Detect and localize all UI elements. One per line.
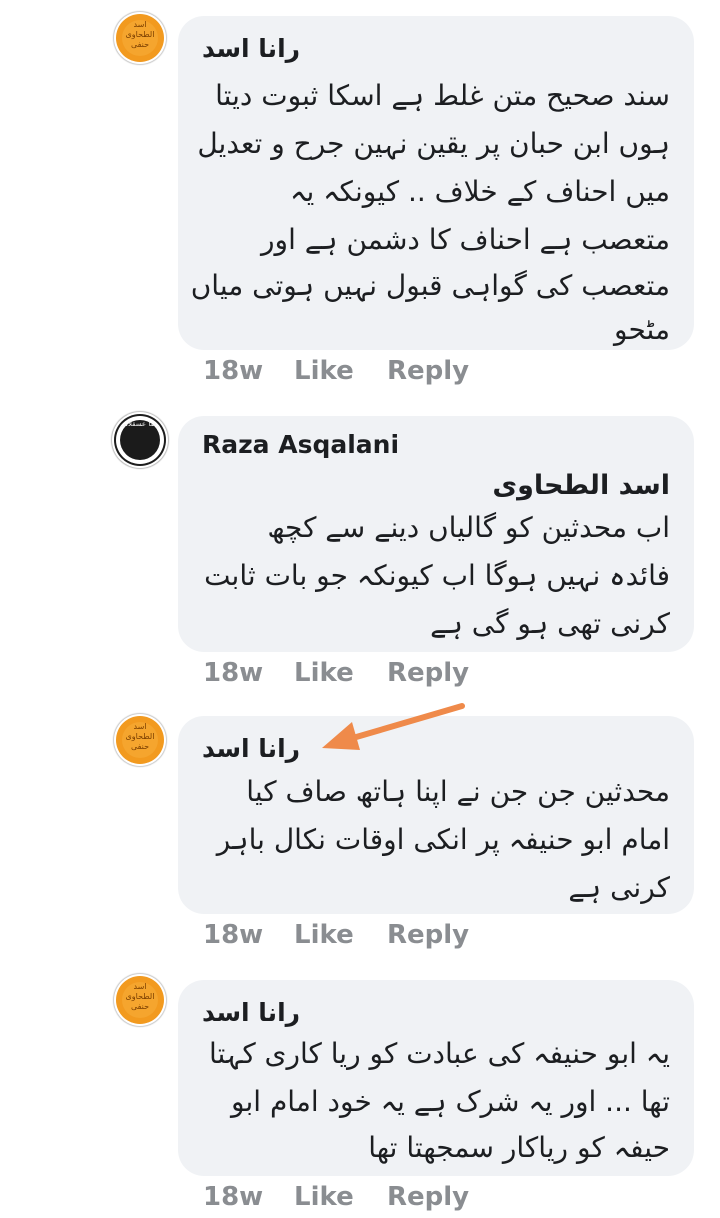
reply-button[interactable]: Reply xyxy=(387,920,469,950)
avatar-logo-text: اسد الطحاوی حنفی xyxy=(122,20,158,56)
like-button[interactable]: Like xyxy=(294,356,354,386)
comment-author[interactable]: رانا اسد xyxy=(202,34,300,63)
comment-line: تھا ... اور یہ شرک ہے یہ خود امام ابو xyxy=(231,1085,670,1118)
comment-line: اب محدثین کو گالیاں دینے سے کچھ xyxy=(267,511,670,544)
like-button[interactable]: Like xyxy=(294,658,354,688)
comment-line: کرنی ہے xyxy=(568,871,670,904)
comment-line: متعصب ہے احناف کا دشمن ہے اور xyxy=(261,223,670,256)
comment-line: میں احناف کے خلاف .. کیونکہ یہ xyxy=(290,175,670,208)
comment-bubble: Raza Asqalani اسد الطحاوی اب محدثین کو گ… xyxy=(178,416,694,652)
user-avatar[interactable]: اسد الطحاوی حنفی xyxy=(116,14,164,62)
user-avatar[interactable]: اسد الطحاوی حنفی xyxy=(116,976,164,1024)
comment-line: سند صحیح متن غلط ہے اسکا ثبوت دیتا xyxy=(215,79,670,112)
comment-author[interactable]: رانا اسد xyxy=(202,734,300,763)
comment-line: فائدہ نہیں ہوگا اب کیونکہ جو بات ثابت xyxy=(204,559,670,592)
comment-line: حیفہ کو ریاکار سمجھتا تھا xyxy=(368,1131,670,1164)
comment-author[interactable]: Raza Asqalani xyxy=(202,430,399,459)
avatar-logo-text: اسد الطحاوی حنفی xyxy=(122,982,158,1018)
comment-time[interactable]: 18w xyxy=(203,356,263,386)
comment-time[interactable]: 18w xyxy=(203,1182,263,1212)
reply-button[interactable]: Reply xyxy=(387,356,469,386)
comment-bubble: رانا اسد سند صحیح متن غلط ہے اسکا ثبوت د… xyxy=(178,16,694,350)
left-arrow-annotation-icon xyxy=(322,703,465,750)
avatar-logo-text: اسد الطحاوی حنفی xyxy=(122,722,158,758)
user-avatar[interactable]: رضا عسقلانی xyxy=(116,416,164,464)
comment-line: امام ابو حنیفہ پر انکی اوقات نکال باہر xyxy=(216,823,670,856)
like-button[interactable]: Like xyxy=(294,1182,354,1212)
comment-time[interactable]: 18w xyxy=(203,920,263,950)
comment-author[interactable]: رانا اسد xyxy=(202,998,300,1027)
comment-line: محدثین جن جن نے اپنا ہاتھ صاف کیا xyxy=(246,775,670,808)
avatar-logo-text: رضا عسقلانی xyxy=(120,420,160,460)
comment-line: متعصب کی گواہی قبول نہیں ہوتی میاں xyxy=(190,269,670,302)
comment-bubble: رانا اسد یہ ابو حنیفہ کی عبادت کو ریا کا… xyxy=(178,980,694,1176)
comment-line: مٹحو xyxy=(614,313,670,346)
comment-line: ہوں ابن حبان پر یقین نہین جرح و تعدیل xyxy=(197,127,670,160)
mentioned-user[interactable]: اسد الطحاوی xyxy=(492,470,670,501)
comment-time[interactable]: 18w xyxy=(203,658,263,688)
user-avatar[interactable]: اسد الطحاوی حنفی xyxy=(116,716,164,764)
like-button[interactable]: Like xyxy=(294,920,354,950)
comment-line: یہ ابو حنیفہ کی عبادت کو ریا کاری کہتا xyxy=(208,1037,670,1070)
comment-line: کرنی تھی ہو گی ہے xyxy=(430,607,670,640)
reply-button[interactable]: Reply xyxy=(387,1182,469,1212)
reply-button[interactable]: Reply xyxy=(387,658,469,688)
